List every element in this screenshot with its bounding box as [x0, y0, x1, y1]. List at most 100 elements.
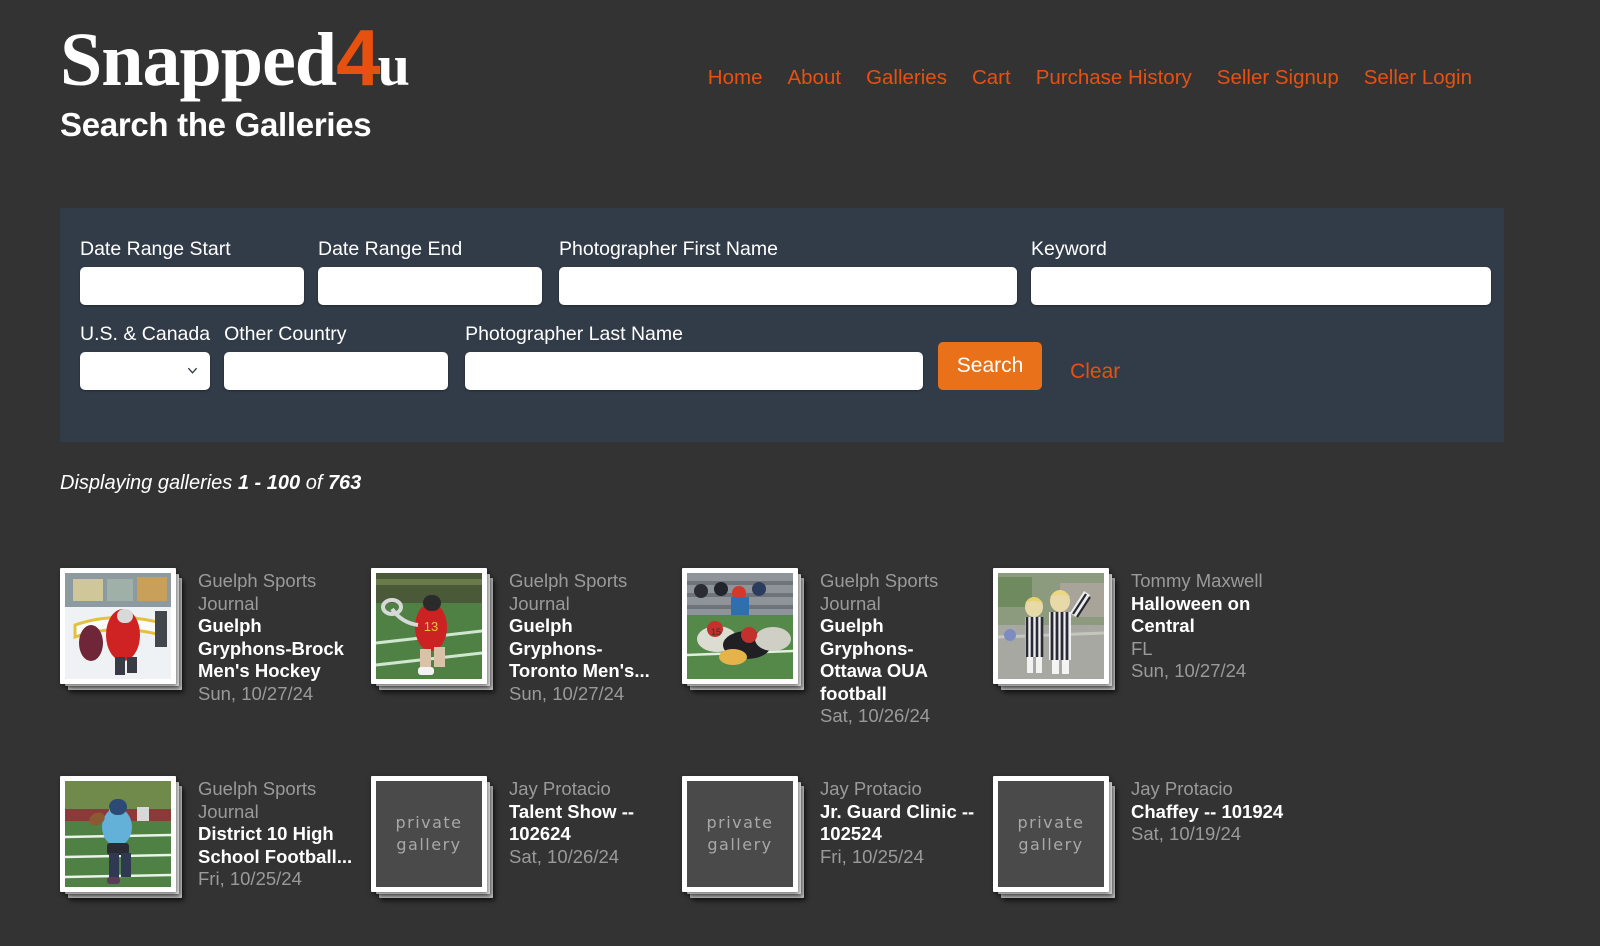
us-canada-select[interactable] [80, 352, 211, 390]
gallery-card-text: Tommy Maxwell Halloween on Central FL Sun, … [1131, 556, 1286, 683]
gallery-thumbnail[interactable]: private gallery [682, 776, 804, 898]
hockey-photo [65, 573, 171, 679]
gallery-title[interactable]: Guelph Gryphons-Toronto Men's... [509, 615, 664, 683]
gallery-thumbnail[interactable]: private gallery [993, 776, 1115, 898]
gallery-date: Sun, 10/27/24 [509, 682, 625, 704]
gallery-card-text: Jay Protacio Chaffey -- 101924 Sat, 10/19/… [1131, 764, 1286, 846]
gallery-photographer-name: Tommy Maxwell [1131, 570, 1263, 591]
results-prefix: Displaying galleries [60, 472, 238, 494]
thumbnail-frame: private gallery [993, 776, 1109, 892]
label-date-range-start: Date Range Start [80, 238, 231, 260]
thumbnail-frame: 15 [682, 568, 798, 684]
private-gallery-line-2: gallery [396, 835, 462, 854]
gallery-date: Sun, 10/27/24 [198, 682, 314, 704]
gallery-thumbnail[interactable]: 13 [371, 568, 493, 690]
results-count: Displaying galleries 1 - 100 of 763 [60, 472, 361, 495]
private-gallery-placeholder: private gallery [376, 781, 482, 887]
football-pile-photo: 15 [687, 573, 793, 679]
gallery-title[interactable]: Halloween on Central [1131, 593, 1286, 638]
private-gallery-line-1: private [1017, 813, 1085, 833]
gallery-photographer-name: Guelph Sports Journal [198, 778, 317, 822]
photographer-first-name-input[interactable] [559, 267, 1017, 305]
halloween-costumes-photo [998, 573, 1104, 679]
gallery-card-text: Guelph Sports Journal Guelph Gryphons-Tor… [509, 556, 664, 705]
gallery-card[interactable]: Guelph Sports Journal Guelph Gryphons-Bro… [60, 556, 371, 764]
gallery-grid: Guelph Sports Journal Guelph Gryphons-Bro… [60, 556, 1520, 946]
gallery-title[interactable]: Jr. Guard Clinic -- 102524 [820, 801, 975, 846]
gallery-card-text: Guelph Sports Journal Guelph Gryphons-Ott… [820, 556, 975, 728]
gallery-date: Sun, 10/27/24 [1131, 660, 1247, 682]
gallery-date: Sat, 10/26/24 [820, 705, 931, 727]
keyword-input[interactable] [1031, 267, 1491, 305]
gallery-photographer-name: Jay Protacio [1131, 778, 1233, 799]
label-other-country: Other Country [224, 323, 347, 345]
gallery-title[interactable]: Talent Show -- 102624 [509, 801, 664, 846]
private-gallery-line-2: gallery [707, 835, 773, 854]
thumbnail-frame [60, 568, 176, 684]
thumbnail-frame: private gallery [371, 776, 487, 892]
photographer-last-name-input[interactable] [465, 352, 924, 390]
gallery-card[interactable]: 13 Guelph Sports Journal Guelph Gryphons-… [371, 556, 682, 764]
label-date-range-end: Date Range End [318, 238, 463, 260]
date-range-end-input[interactable] [318, 267, 542, 305]
gallery-date: Fri, 10/25/24 [198, 868, 302, 890]
gallery-photographer-name: Guelph Sports Journal [509, 570, 628, 614]
field-date-range-start: Date Range Start [80, 238, 304, 305]
nav-item-cart[interactable]: Cart [972, 66, 1011, 90]
gallery-card[interactable]: Tommy Maxwell Halloween on Central FL Sun, … [993, 556, 1304, 764]
site-header: Snapped4u Home About Galleries Cart Purc… [0, 0, 1600, 99]
other-country-input[interactable] [224, 352, 449, 390]
nav-item-about[interactable]: About [787, 66, 841, 90]
results-middle: of [300, 472, 328, 494]
thumbnail-frame [993, 568, 1109, 684]
nav-item-purchase-history[interactable]: Purchase History [1036, 66, 1192, 90]
gallery-photographer-name: Guelph Sports Journal [198, 570, 317, 614]
gallery-card[interactable]: Guelph Sports Journal District 10 High Sc… [60, 764, 371, 946]
gallery-thumbnail[interactable]: 15 [682, 568, 804, 690]
gallery-card[interactable]: private gallery Jay Protacio Chaffey -- 101… [993, 764, 1304, 946]
results-total: 763 [327, 472, 362, 494]
search-panel: Date Range Start Date Range End Photogra… [60, 208, 1504, 442]
search-button[interactable]: Search [938, 342, 1043, 390]
field-keyword: Keyword [1031, 238, 1491, 305]
gallery-title[interactable]: Guelph Gryphons-Brock Men's Hockey [198, 615, 353, 683]
nav-item-seller-signup[interactable]: Seller Signup [1217, 66, 1339, 90]
gallery-card[interactable]: private gallery Jay Protacio Talent Show --… [371, 764, 682, 946]
label-photographer-last-name: Photographer Last Name [465, 323, 683, 345]
search-row-two: U.S. & Canada Other Country Photographer… [60, 305, 1504, 390]
quarterback-photo [65, 781, 171, 887]
gallery-photographer-name: Jay Protacio [820, 778, 922, 799]
thumbnail-frame [60, 776, 176, 892]
nav-item-seller-login[interactable]: Seller Login [1364, 66, 1472, 90]
nav-item-home[interactable]: Home [708, 66, 763, 90]
gallery-card-text: Guelph Sports Journal Guelph Gryphons-Bro… [198, 556, 353, 705]
results-range: 1 - 100 [237, 472, 301, 494]
logo-text-main: Snapped [60, 18, 337, 102]
gallery-thumbnail[interactable] [60, 568, 182, 690]
site-logo[interactable]: Snapped4u [60, 18, 410, 99]
nav-item-galleries[interactable]: Galleries [866, 66, 947, 90]
clear-link[interactable]: Clear [1070, 360, 1120, 384]
gallery-thumbnail[interactable] [993, 568, 1115, 690]
gallery-card[interactable]: 15 Guelph Sports Journal Guelph Gryphons-O… [682, 556, 993, 764]
logo-text-u: u [377, 33, 410, 98]
label-keyword: Keyword [1031, 238, 1107, 260]
logo-text-four: 4 [336, 13, 380, 102]
svg-text:15: 15 [711, 627, 721, 637]
date-range-start-input[interactable] [80, 267, 304, 305]
svg-text:13: 13 [424, 619, 438, 634]
gallery-location: FL [1131, 637, 1153, 659]
us-canada-select-wrapper [80, 352, 211, 390]
field-us-canada: U.S. & Canada [80, 323, 211, 390]
private-gallery-placeholder: private gallery [998, 781, 1104, 887]
gallery-title[interactable]: District 10 High School Football... [198, 823, 353, 868]
gallery-thumbnail[interactable] [60, 776, 182, 898]
gallery-title[interactable]: Chaffey -- 101924 [1131, 801, 1286, 824]
field-date-range-end: Date Range End [318, 238, 542, 305]
gallery-thumbnail[interactable]: private gallery [371, 776, 493, 898]
search-row-one: Date Range Start Date Range End Photogra… [60, 208, 1504, 305]
gallery-title[interactable]: Guelph Gryphons-Ottawa OUA football [820, 615, 975, 705]
gallery-card[interactable]: private gallery Jay Protacio Jr. Guard Clin… [682, 764, 993, 946]
field-other-country: Other Country [224, 323, 449, 390]
private-gallery-placeholder: private gallery [376, 781, 482, 887]
